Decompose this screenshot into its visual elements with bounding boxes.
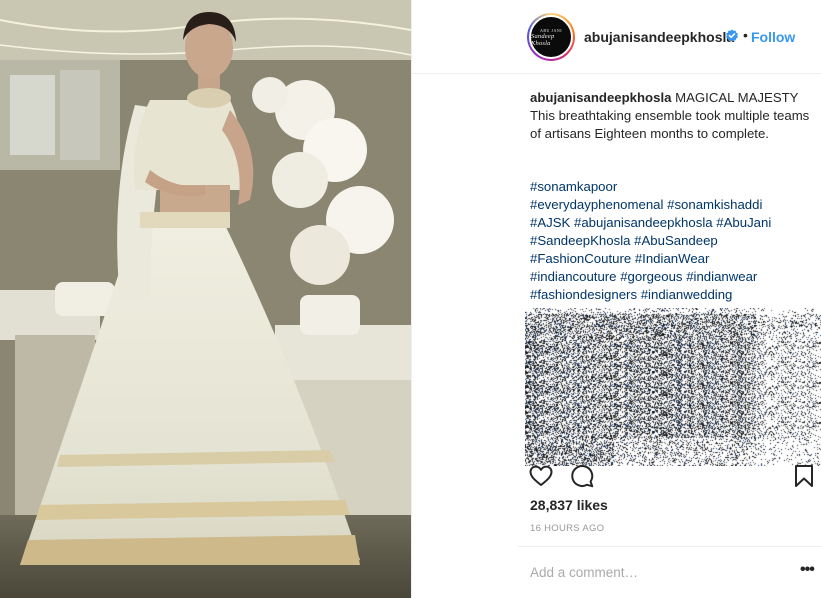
hashtag-link[interactable]: #everydayphenomenal — [530, 197, 663, 212]
comment-bubble-icon[interactable] — [569, 463, 595, 489]
hashtag-list: #sonamkapoor #everydayphenomenal #sonamk… — [530, 178, 812, 304]
hashtag-link[interactable]: #FashionCouture — [530, 251, 631, 266]
likes-count[interactable]: 28,837 likes — [530, 497, 608, 513]
hashtag-link[interactable]: #SandeepKhosla — [530, 233, 630, 248]
caption-username-link[interactable]: abujanisandeepkhosla — [530, 90, 671, 105]
hashtag-link[interactable]: #AJSK — [530, 215, 570, 230]
post-timestamp[interactable]: 16 HOURS AGO — [530, 523, 604, 534]
bride-lehenga-photo — [0, 0, 411, 598]
header-separator: • — [743, 27, 748, 43]
post-header: ABU JANI Sandeep Khosla abujanisandeepkh… — [412, 0, 821, 74]
comment-bar: ••• — [518, 546, 821, 598]
hashtag-link[interactable]: #indianwear — [686, 269, 757, 284]
post-sidebar: ABU JANI Sandeep Khosla abujanisandeepkh… — [411, 0, 821, 598]
post-caption: abujanisandeepkhosla MAGICAL MAJESTY Thi… — [530, 89, 810, 143]
avatar-logo: ABU JANI Sandeep Khosla — [529, 15, 573, 59]
redacted-comments-area — [525, 308, 821, 466]
hashtag-link[interactable]: #indiancouture — [530, 269, 617, 284]
avatar[interactable]: ABU JANI Sandeep Khosla — [527, 13, 575, 61]
hashtag-link[interactable]: #AbuSandeep — [634, 233, 718, 248]
header-username-link[interactable]: abujanisandeepkhosla — [584, 29, 734, 45]
hashtag-link[interactable]: #indianwedding — [641, 287, 733, 302]
hashtag-link[interactable]: #gorgeous — [620, 269, 682, 284]
bookmark-icon[interactable] — [791, 463, 817, 489]
hashtag-link[interactable]: #IndianWear — [635, 251, 710, 266]
post-actions — [412, 458, 821, 494]
hashtag-link[interactable]: #abujanisandeepkhosla — [574, 215, 713, 230]
hashtag-link[interactable]: #sonamkapoor — [530, 179, 617, 194]
hashtag-link[interactable]: #fashiondesigners — [530, 287, 637, 302]
post-photo[interactable] — [0, 0, 411, 598]
follow-button[interactable]: Follow — [751, 29, 795, 45]
more-options-icon[interactable]: ••• — [800, 561, 815, 579]
hashtag-link[interactable]: #AbuJani — [716, 215, 771, 230]
heart-icon[interactable] — [528, 463, 554, 489]
avatar-logo-text-bottom: Sandeep Khosla — [531, 32, 555, 47]
comment-input[interactable] — [530, 560, 770, 584]
hashtag-link[interactable]: #sonamkishaddi — [667, 197, 762, 212]
verified-badge-icon — [726, 29, 738, 42]
